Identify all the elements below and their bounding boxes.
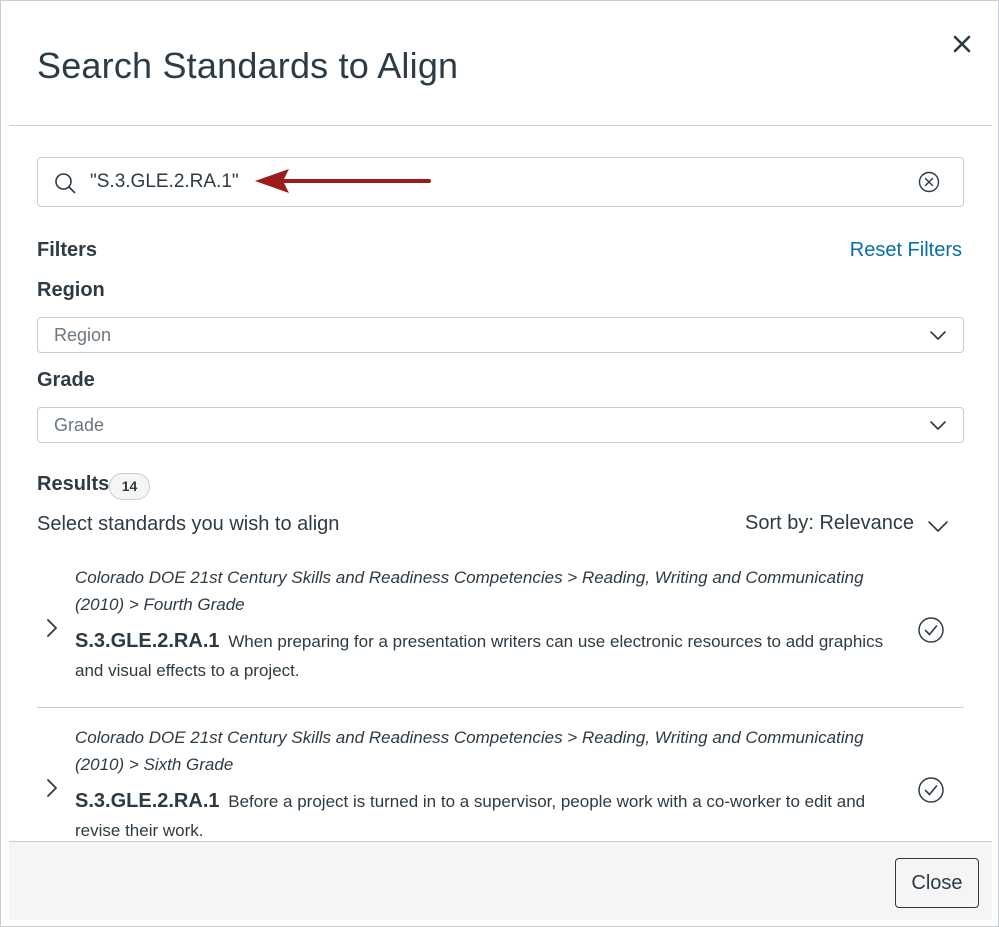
- grade-select[interactable]: Grade: [37, 407, 964, 443]
- sort-select[interactable]: Sort by: Relevance: [745, 512, 914, 535]
- grade-label: Grade: [37, 369, 95, 391]
- close-button[interactable]: Close: [895, 858, 979, 908]
- modal-dialog: Search Standards to Align Filters Reset …: [0, 0, 999, 927]
- region-placeholder: Region: [54, 325, 112, 345]
- filters-heading: Filters: [37, 239, 98, 261]
- chevron-down-icon: [930, 421, 946, 430]
- region-label: Region: [37, 279, 105, 301]
- chevron-down-icon: [930, 331, 946, 340]
- results-count-badge: 14: [109, 473, 150, 500]
- region-select[interactable]: Region: [37, 317, 964, 353]
- result-divider: [37, 707, 964, 708]
- check-circle-icon[interactable]: [917, 616, 945, 644]
- search-input[interactable]: [90, 166, 910, 198]
- modal-title: Search Standards to Align: [37, 45, 459, 86]
- list-item: Colorado DOE 21st Century Skills and Rea…: [37, 564, 964, 694]
- search-box[interactable]: [37, 157, 964, 207]
- header-divider: [9, 125, 992, 126]
- grade-placeholder: Grade: [54, 415, 105, 435]
- standard-description-block: S.3.GLE.2.RA.1 Before a project is turne…: [75, 787, 895, 841]
- close-icon[interactable]: [949, 31, 975, 57]
- chevron-right-icon[interactable]: [45, 617, 59, 639]
- results-heading: Results: [37, 473, 110, 495]
- modal-footer: Close: [9, 841, 992, 920]
- reset-filters-link[interactable]: Reset Filters: [850, 239, 962, 262]
- standard-path: Colorado DOE 21st Century Skills and Rea…: [75, 728, 864, 774]
- annotation-arrow-icon: [255, 169, 431, 193]
- list-item: Colorado DOE 21st Century Skills and Rea…: [37, 724, 964, 841]
- results-hint: Select standards you wish to align: [37, 513, 340, 535]
- check-circle-icon[interactable]: [917, 776, 945, 804]
- chevron-down-icon[interactable]: [927, 518, 949, 534]
- standard-code: S.3.GLE.2.RA.1: [75, 630, 220, 652]
- clear-circle-icon[interactable]: [918, 171, 940, 193]
- standard-path: Colorado DOE 21st Century Skills and Rea…: [75, 568, 864, 614]
- chevron-right-icon[interactable]: [45, 777, 59, 799]
- search-icon: [55, 173, 76, 194]
- standard-description-block: S.3.GLE.2.RA.1 When preparing for a pres…: [75, 627, 895, 685]
- standard-code: S.3.GLE.2.RA.1: [75, 790, 220, 812]
